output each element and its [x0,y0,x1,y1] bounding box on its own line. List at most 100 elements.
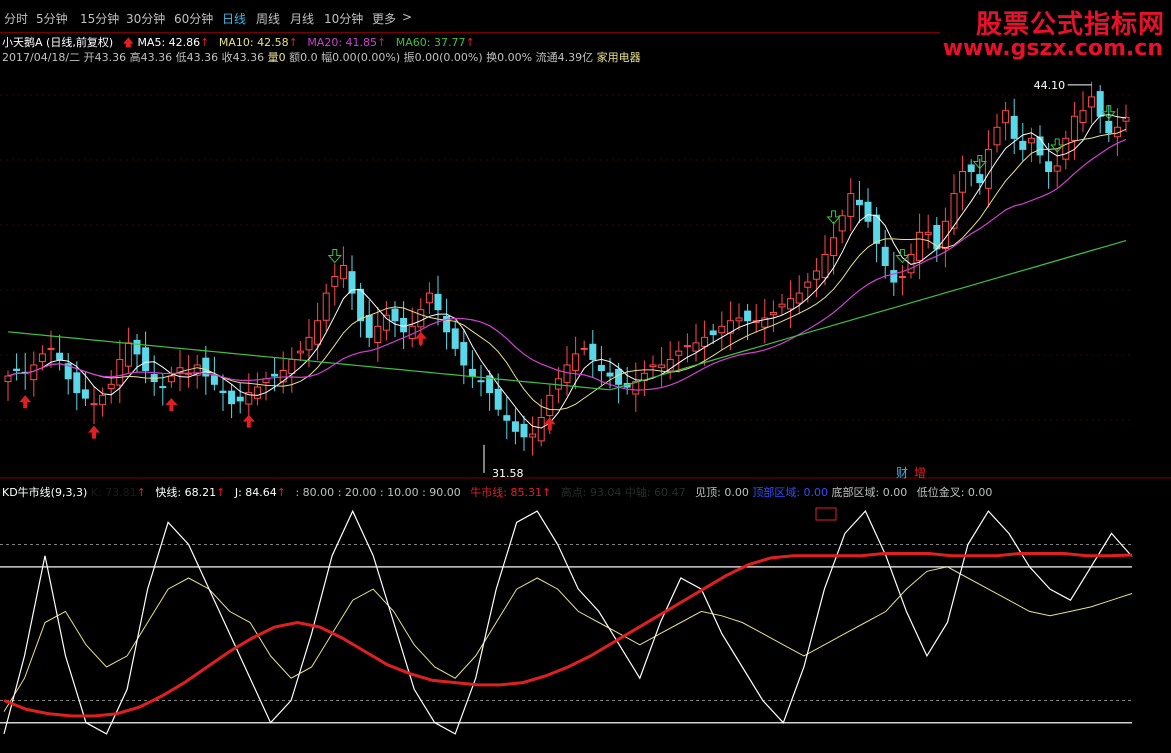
buy-arrow-icon [88,425,100,439]
candle-body [1045,161,1053,172]
level-10: : 10.00 [379,486,419,499]
candle-body [322,292,330,321]
candle-body [90,403,98,406]
level-80: : 80.00 [295,486,335,499]
candle-body [279,370,287,383]
bottom-zone-value: 底部区域: 0.00 [831,486,908,499]
candle-body [460,342,468,366]
buy-arrow-icon [242,414,255,428]
candle-body [56,352,64,360]
candle-body [812,270,820,280]
up-arrow-icon: ↑ [136,486,146,499]
candle-body [417,309,425,328]
top-zone-marker [815,507,837,521]
candle-body [1062,137,1070,160]
candle-body [830,237,838,257]
candle-body [99,394,107,406]
candle-body [804,281,812,288]
badge-finance: 财 [896,466,908,480]
low-price-label: 31.58 [492,467,524,480]
candle-body [701,336,709,347]
candle-body [563,364,571,383]
candle-body [81,389,89,399]
candle-body [984,148,992,189]
candle-body [133,339,141,355]
candle-body [520,423,528,438]
high-price-label: 44.10 [1034,79,1066,92]
candle-body [451,328,459,349]
candle-body [976,174,984,184]
candle-body [365,315,373,338]
candle-body [1036,136,1044,156]
chart-canvas: 44.10 31.58 财增 [0,79,1171,735]
level-20: : 20.00 [337,486,377,499]
candle-body [159,386,167,389]
candle-body [1002,110,1010,124]
candle-body [993,126,1001,146]
candle-body [615,368,623,385]
candle-body [382,314,390,331]
candle-body [339,264,347,280]
candle-body [924,231,932,235]
candle-body [898,276,906,279]
buy-arrow-icon [414,331,427,345]
candle-body [219,390,227,394]
up-arrow-icon: ↑ [276,486,286,499]
candle-body [589,343,597,360]
candle-body [1096,91,1104,117]
candle-body [468,368,476,377]
candle-body [253,386,261,399]
candle-body [838,215,846,232]
candle-body [210,375,218,385]
candle-body [374,325,382,343]
candle-body [1088,96,1096,108]
candle-body [391,308,399,322]
candle-body [1010,115,1018,139]
candle-body [580,347,588,350]
buy-arrow-icon [165,398,178,412]
buy-arrow-icon [543,417,556,431]
candle-body [314,320,322,345]
candle-body [1079,110,1087,123]
indicator-name: KD牛市线(9,3,3) [2,486,88,499]
candle-body [1053,165,1061,172]
candle-body [47,347,55,350]
hidden-high: 高点: 93.04 [560,486,622,499]
up-arrow-icon: ↑ [216,486,226,499]
candle-body [477,380,485,383]
candle-body [916,231,924,262]
candle-body [425,292,433,304]
candle-body [778,303,786,308]
candle-body [769,311,777,316]
candle-body [4,375,12,383]
fast-line-value: 快线: 68.21 [155,486,217,499]
candle-body [959,171,967,193]
candle-body [546,394,554,417]
candle-body [855,199,863,206]
candle-body [511,421,519,432]
candle-body [529,433,537,438]
candle-body [606,372,614,377]
golden-cross-value: 低位金叉: 0.00 [916,486,993,499]
candle-body [13,368,21,372]
candle-body [1105,120,1113,134]
candle-body [597,364,605,372]
candle-body [1070,115,1078,141]
candle-body [443,315,451,333]
candle-body [288,358,296,374]
candle-body [38,353,46,363]
level-90: : 90.00 [422,486,461,499]
sell-arrow-icon [327,249,342,264]
candle-body [881,246,889,266]
candle-body [744,310,752,322]
candle-body [873,214,881,244]
candle-body [271,373,279,377]
candle-body [537,416,545,442]
candle-body [847,193,855,217]
candle-body [73,372,81,394]
candle-body [649,364,657,368]
candle-body [107,383,115,389]
candle-body [890,270,898,283]
candle-body [357,288,365,322]
k-value: K: 73.81 [90,486,137,499]
